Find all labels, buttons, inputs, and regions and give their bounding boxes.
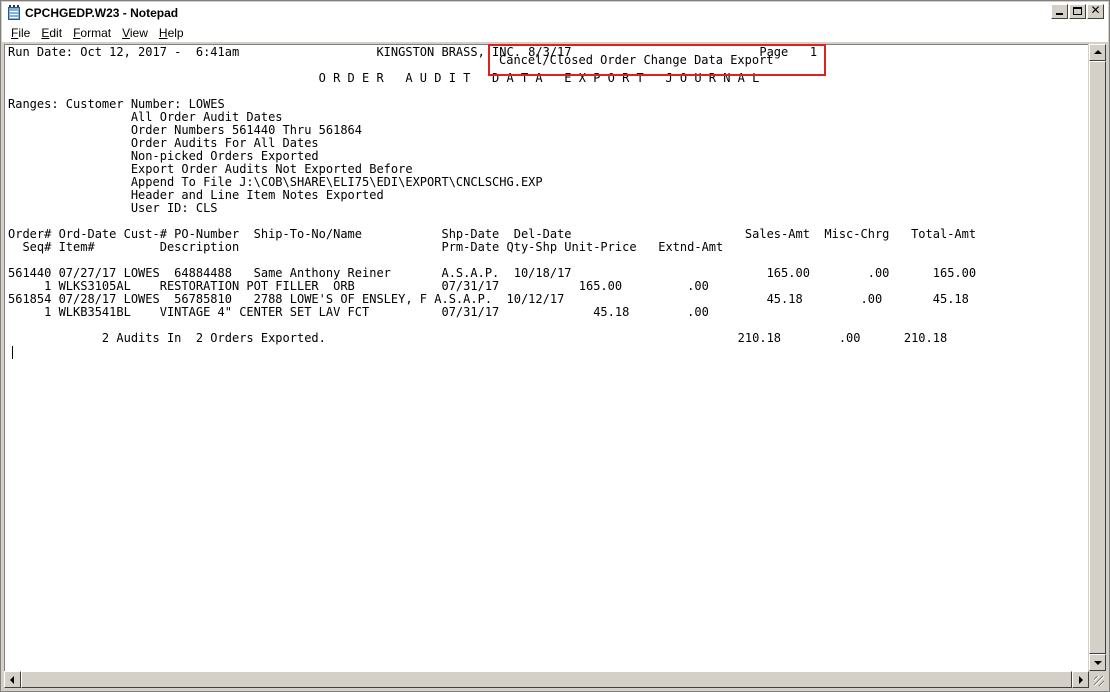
- arrow-down-icon: [1094, 661, 1102, 665]
- scroll-down-button[interactable]: [1089, 654, 1106, 671]
- title-bar[interactable]: CPCHGEDP.W23 - Notepad ✕: [2, 2, 1108, 23]
- close-button[interactable]: ✕: [1087, 3, 1104, 19]
- scroll-up-button[interactable]: [1089, 44, 1106, 61]
- notepad-icon[interactable]: [6, 4, 22, 21]
- text-caret: [12, 346, 13, 359]
- close-icon: ✕: [1090, 3, 1101, 17]
- scroll-right-button[interactable]: [1072, 671, 1089, 688]
- arrow-right-icon: [1079, 676, 1083, 684]
- highlight-annotation-text: Cancel/Closed Order Change Data Export: [499, 53, 774, 67]
- scroll-left-button[interactable]: [4, 671, 21, 688]
- menu-view[interactable]: View: [117, 26, 153, 40]
- notepad-window: CPCHGEDP.W23 - Notepad ✕ File Edit Forma…: [0, 0, 1110, 692]
- menu-file[interactable]: File: [6, 26, 35, 40]
- menu-help[interactable]: Help: [154, 26, 189, 40]
- minimize-icon: [1056, 13, 1063, 15]
- size-grip[interactable]: [1089, 671, 1106, 688]
- menu-edit[interactable]: Edit: [36, 26, 67, 40]
- minimize-button[interactable]: [1051, 4, 1068, 19]
- horizontal-scrollbar[interactable]: [4, 671, 1089, 688]
- caption-buttons: ✕: [1051, 3, 1104, 19]
- window-title: CPCHGEDP.W23 - Notepad: [25, 5, 179, 20]
- horizontal-scroll-thumb[interactable]: [21, 671, 1072, 688]
- menu-bar: File Edit Format View Help: [2, 23, 1108, 42]
- document-text[interactable]: Run Date: Oct 12, 2017 - 6:41am KINGSTON…: [8, 46, 976, 345]
- vertical-scrollbar[interactable]: [1089, 44, 1106, 671]
- maximize-icon: [1073, 7, 1082, 15]
- vertical-scroll-thumb[interactable]: [1089, 61, 1106, 654]
- maximize-button[interactable]: [1069, 4, 1086, 19]
- arrow-up-icon: [1094, 50, 1102, 54]
- text-editor[interactable]: Run Date: Oct 12, 2017 - 6:41am KINGSTON…: [4, 44, 1088, 671]
- arrow-left-icon: [10, 676, 14, 684]
- menu-format[interactable]: Format: [68, 26, 116, 40]
